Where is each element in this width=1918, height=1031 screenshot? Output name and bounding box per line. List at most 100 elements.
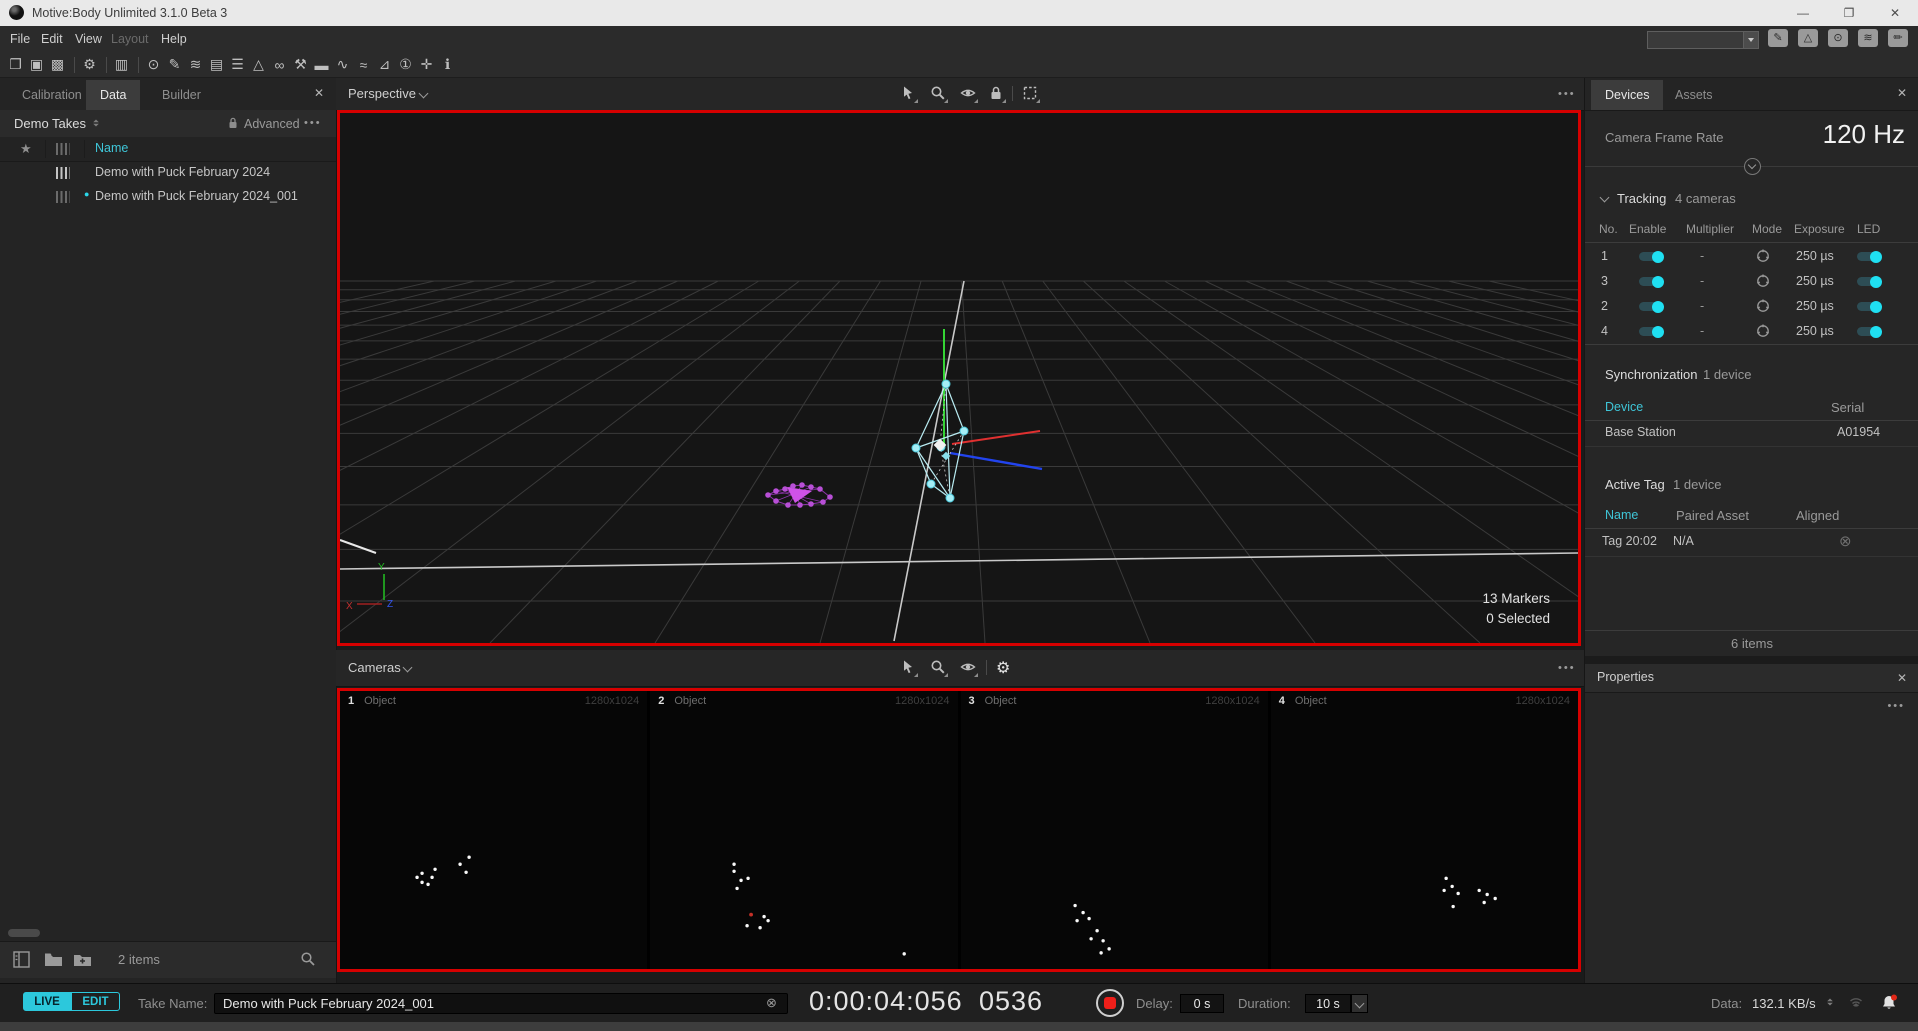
viewport-type-dropdown[interactable]: Cameras xyxy=(348,650,411,686)
camera-calibration-icon[interactable]: ⊙ xyxy=(144,56,163,73)
takes-group-label[interactable]: Demo Takes xyxy=(14,116,86,131)
led-toggle[interactable] xyxy=(1857,252,1881,261)
enable-toggle[interactable] xyxy=(1639,327,1663,336)
visibility-icon[interactable] xyxy=(960,659,977,676)
video-mode-icon[interactable] xyxy=(1755,298,1771,317)
list-options-icon[interactable]: ☰ xyxy=(228,56,247,73)
tab-builder[interactable]: Builder xyxy=(148,80,215,110)
layout-panels-icon[interactable]: ▥ xyxy=(112,56,131,73)
reference-view-icon[interactable]: ① xyxy=(396,56,415,73)
camera-view-2[interactable]: 2 Object 1280x1024 xyxy=(650,691,957,969)
zoom-icon[interactable] xyxy=(930,659,947,676)
col-device[interactable]: Device xyxy=(1605,400,1643,414)
menu-layout[interactable]: Layout xyxy=(107,26,153,52)
enable-toggle[interactable] xyxy=(1639,277,1663,286)
enable-toggle[interactable] xyxy=(1639,302,1663,311)
lock-icon[interactable] xyxy=(988,85,1005,102)
tab-calibration[interactable]: Calibration xyxy=(8,80,96,110)
col-aligned[interactable]: Aligned xyxy=(1796,508,1839,523)
take-row[interactable]: Demo with Puck February 2024 xyxy=(0,161,336,185)
advanced-label[interactable]: Advanced xyxy=(244,117,300,131)
edit-wand-icon[interactable]: ✎ xyxy=(165,56,184,73)
pair-link-icon[interactable]: ∞ xyxy=(270,57,289,73)
menu-edit[interactable]: Edit xyxy=(37,26,67,52)
new-folder-icon[interactable] xyxy=(73,952,92,967)
data-streaming-icon[interactable]: ≋ xyxy=(186,56,205,73)
select-cursor-icon[interactable] xyxy=(900,85,917,102)
delay-input[interactable]: 0 s xyxy=(1180,994,1224,1013)
star-column-icon[interactable]: ★ xyxy=(20,141,32,157)
take-name-input[interactable] xyxy=(214,993,788,1014)
video-mode-icon[interactable] xyxy=(1755,273,1771,292)
restore-button[interactable]: ❐ xyxy=(1826,0,1872,26)
pane-layout-icon[interactable] xyxy=(13,951,30,968)
viewport-menu-icon[interactable]: ••• xyxy=(1558,662,1576,674)
notifications-bell-icon[interactable] xyxy=(1879,993,1899,1013)
select-cursor-icon[interactable] xyxy=(900,659,917,676)
led-toggle[interactable] xyxy=(1857,327,1881,336)
zoom-icon[interactable] xyxy=(930,85,947,102)
edit-pane-icon[interactable]: ✎ xyxy=(1768,29,1788,47)
led-toggle[interactable] xyxy=(1857,302,1881,311)
save-as-icon[interactable]: ▩ xyxy=(48,56,67,73)
builder-asset-icon[interactable]: △ xyxy=(249,56,268,73)
repair-tools-icon[interactable]: ⚒ xyxy=(291,56,310,73)
video-mode-icon[interactable] xyxy=(1755,323,1771,342)
layout-preset-combobox[interactable] xyxy=(1647,31,1759,49)
menu-view[interactable]: View xyxy=(71,26,106,52)
clear-take-name-icon[interactable]: ⊗ xyxy=(766,995,777,1011)
name-column-header[interactable]: Name xyxy=(95,141,128,155)
menu-help[interactable]: Help xyxy=(157,26,191,52)
assets-pane-icon[interactable]: △ xyxy=(1798,29,1818,47)
sync-section-header[interactable]: Synchronization 1 device xyxy=(1585,362,1918,386)
viewport-menu-icon[interactable]: ••• xyxy=(1558,88,1576,100)
log-pane-icon[interactable]: ✏ xyxy=(1888,29,1908,47)
graph-view-1-icon[interactable]: ∿ xyxy=(333,56,352,73)
combobox-arrow-icon[interactable] xyxy=(1743,32,1758,48)
enable-toggle[interactable] xyxy=(1639,252,1663,261)
remove-alignment-icon[interactable]: ⊗ xyxy=(1839,532,1852,550)
collapse-chevron-icon[interactable] xyxy=(1744,158,1761,175)
visibility-icon[interactable] xyxy=(960,85,977,102)
active-tag-row[interactable]: Tag 20:02 N/A ⊗ xyxy=(1585,528,1918,557)
close-pane-icon[interactable]: ✕ xyxy=(312,86,326,100)
save-icon[interactable]: ▣ xyxy=(27,56,46,73)
camera-view-1[interactable]: 1 Object 1280x1024 xyxy=(340,691,647,969)
search-icon[interactable] xyxy=(300,951,316,967)
measurement-icon[interactable]: ⊿ xyxy=(375,56,394,73)
col-serial[interactable]: Serial xyxy=(1831,400,1864,415)
tracking-section-header[interactable]: Tracking 4 cameras xyxy=(1585,186,1918,210)
active-tag-section-header[interactable]: Active Tag 1 device xyxy=(1585,472,1918,496)
settings-gear-icon[interactable]: ⚙ xyxy=(996,658,1013,675)
close-pane-icon[interactable]: ✕ xyxy=(1895,86,1909,100)
duration-dropdown-icon[interactable] xyxy=(1351,994,1368,1013)
tab-devices[interactable]: Devices xyxy=(1591,80,1663,110)
takes-menu-icon[interactable]: ••• xyxy=(304,117,322,129)
close-pane-icon[interactable]: ✕ xyxy=(1895,671,1909,685)
perspective-viewport[interactable]: YXZ 13 Markers 0 Selected xyxy=(337,110,1581,646)
tab-data[interactable]: Data xyxy=(86,80,140,110)
sparkle-marker-icon[interactable]: ✛ xyxy=(417,56,436,73)
menu-file[interactable]: File xyxy=(6,26,34,52)
sort-toggle-icon[interactable] xyxy=(93,120,99,127)
minimize-button[interactable]: — xyxy=(1780,0,1826,26)
record-button[interactable] xyxy=(1096,989,1124,1017)
duration-input[interactable]: 10 s xyxy=(1305,994,1351,1013)
close-button[interactable]: ✕ xyxy=(1872,0,1918,26)
led-toggle[interactable] xyxy=(1857,277,1881,286)
marquee-select-icon[interactable] xyxy=(1022,85,1039,102)
viewport-type-dropdown[interactable]: Perspective xyxy=(348,78,427,110)
sync-device-row[interactable]: Base Station A01954 xyxy=(1585,420,1918,447)
take-row[interactable]: ● Demo with Puck February 2024_001 xyxy=(0,185,336,209)
col-paired-asset[interactable]: Paired Asset xyxy=(1676,508,1749,523)
folder-icon[interactable] xyxy=(44,952,63,967)
data-pane-icon[interactable]: ≋ xyxy=(1858,29,1878,47)
col-name[interactable]: Name xyxy=(1605,508,1638,522)
edit-mode-button[interactable]: EDIT xyxy=(71,992,120,1011)
probe-icon[interactable]: ▬ xyxy=(312,57,331,73)
graph-view-2-icon[interactable]: ≈ xyxy=(354,57,373,73)
horizontal-scrollbar[interactable] xyxy=(8,929,40,937)
camera-view-4[interactable]: 4 Object 1280x1024 xyxy=(1271,691,1578,969)
tab-assets[interactable]: Assets xyxy=(1661,80,1727,110)
camera-view-3[interactable]: 3 Object 1280x1024 xyxy=(961,691,1268,969)
